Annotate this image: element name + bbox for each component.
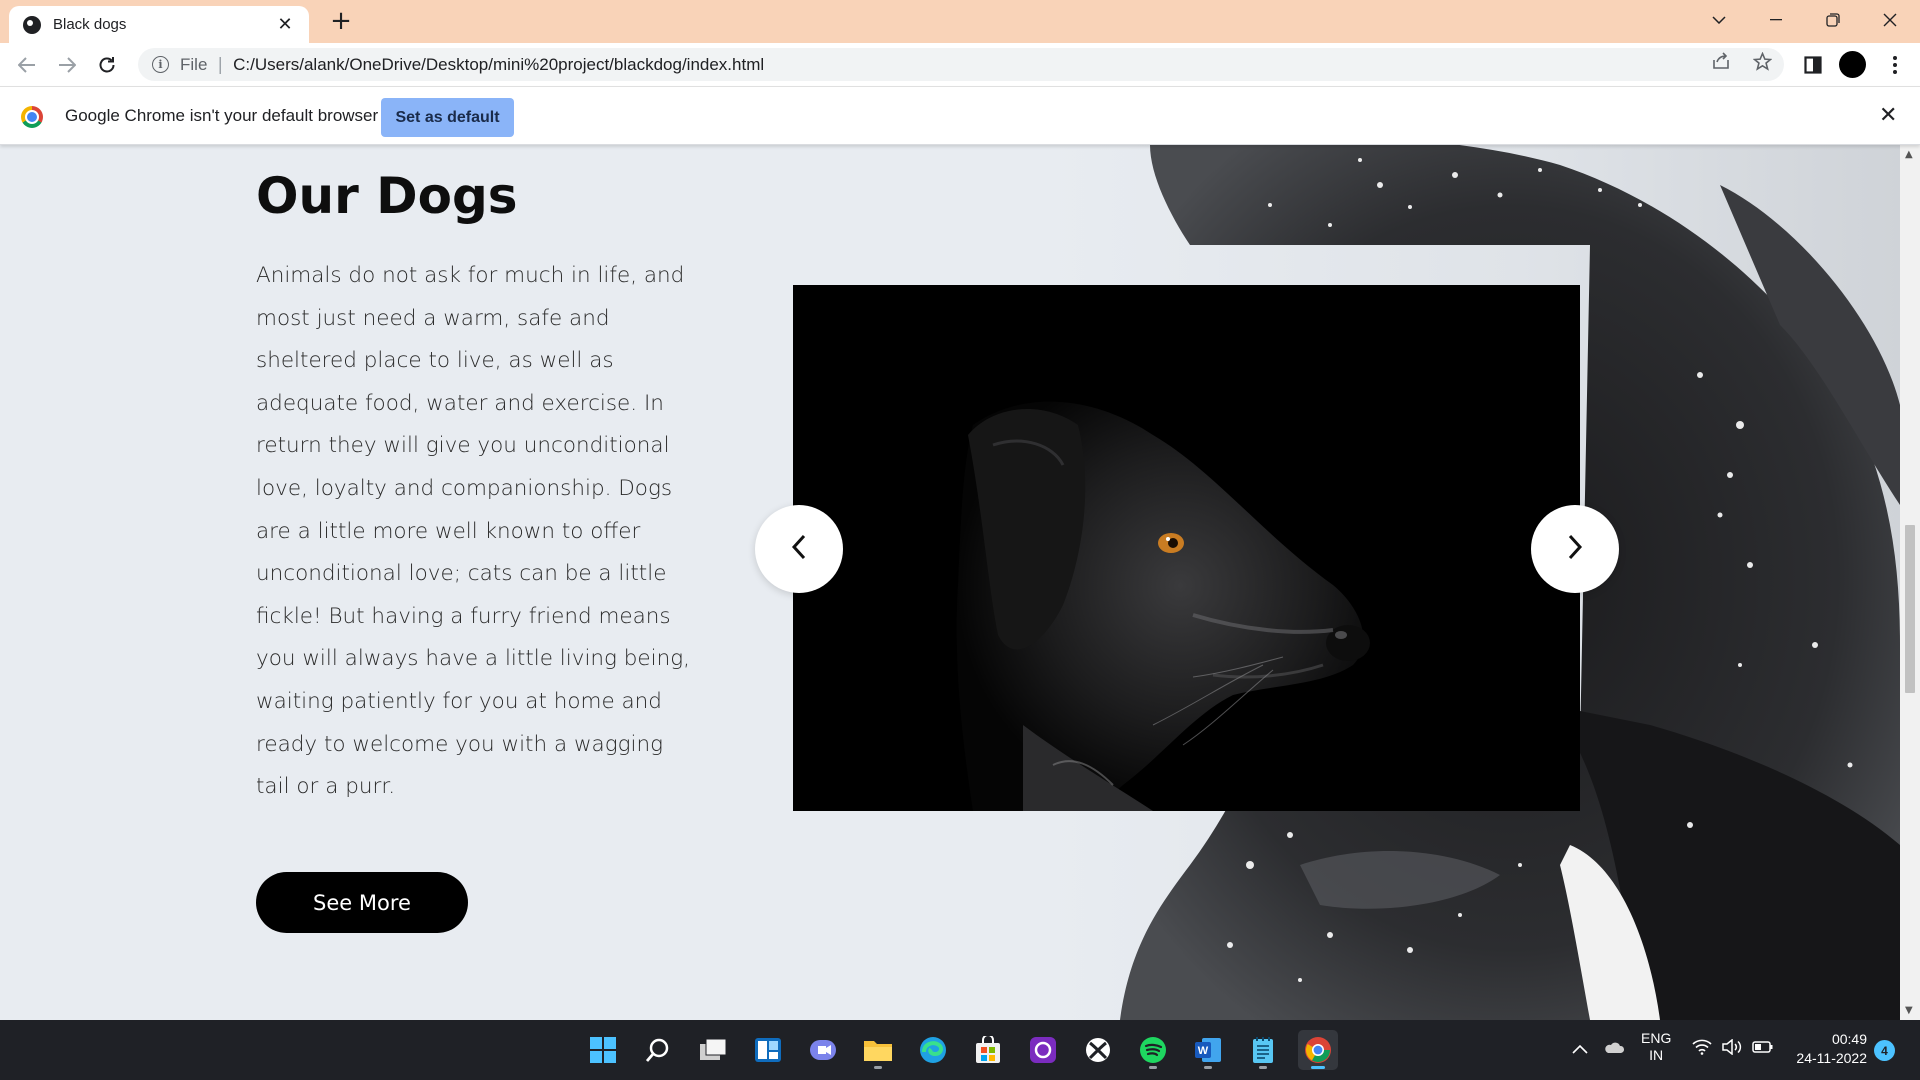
carousel-slide-image [793, 285, 1580, 811]
store-icon[interactable] [968, 1030, 1008, 1070]
file-explorer-icon[interactable] [858, 1030, 898, 1070]
region-code: IN [1649, 1047, 1664, 1063]
notepad-icon[interactable] [1243, 1030, 1283, 1070]
black-dog-portrait-image [793, 285, 1580, 811]
chrome-icon[interactable] [1298, 1030, 1338, 1070]
word-icon[interactable]: W [1188, 1030, 1228, 1070]
browser-tab[interactable]: Black dogs ✕ [9, 6, 309, 43]
tab-strip: Black dogs ✕ + [0, 0, 1920, 43]
wifi-icon[interactable] [1692, 1039, 1712, 1058]
scroll-thumb[interactable] [1905, 525, 1915, 693]
running-indicator [1149, 1066, 1157, 1069]
chevron-right-icon [1567, 534, 1583, 564]
omnibox-actions [1711, 51, 1773, 76]
intro-paragraph: Animals do not ask for much in life, and… [256, 263, 690, 800]
chevron-up-icon[interactable] [1572, 1038, 1588, 1059]
xbox-icon[interactable] [1078, 1030, 1118, 1070]
search-icon[interactable] [638, 1030, 678, 1070]
minimize-icon[interactable] [1748, 0, 1804, 40]
widgets-icon[interactable] [748, 1030, 788, 1070]
profile-avatar[interactable] [1839, 51, 1866, 78]
address-bar[interactable]: i File | C:/Users/alank/OneDrive/Desktop… [138, 48, 1784, 81]
notification-badge[interactable]: 4 [1874, 1040, 1895, 1061]
scroll-down-icon[interactable]: ▼ [1905, 1005, 1913, 1016]
app-icon[interactable] [1023, 1030, 1063, 1070]
volume-icon[interactable] [1722, 1038, 1744, 1058]
more-menu-icon[interactable] [1880, 50, 1910, 80]
carousel-next-button[interactable] [1531, 505, 1619, 593]
clock-date: 24-11-2022 [1796, 1050, 1867, 1066]
close-icon[interactable] [1862, 0, 1918, 40]
bookmark-star-icon[interactable] [1752, 51, 1773, 76]
carousel-prev-button[interactable] [755, 505, 843, 593]
tab-search-icon[interactable] [1691, 0, 1747, 40]
chrome-logo-icon [21, 106, 43, 128]
set-as-default-button[interactable]: Set as default [381, 98, 514, 137]
page-title: Our Dogs [256, 167, 518, 225]
spotify-icon[interactable] [1133, 1030, 1173, 1070]
restore-icon[interactable] [1805, 0, 1861, 40]
svg-text:W: W [1198, 1045, 1209, 1057]
scroll-up-icon[interactable]: ▲ [1905, 149, 1913, 160]
info-icon[interactable]: i [152, 56, 169, 73]
globe-icon [23, 15, 41, 34]
url-separator: | [217, 54, 224, 75]
windows-taskbar: W ENG IN 00:49 24-11-2022 [0, 1020, 1920, 1080]
clock-time: 00:49 [1831, 1031, 1867, 1047]
tab-title: Black dogs [53, 16, 127, 33]
language-code: ENG [1641, 1030, 1672, 1046]
chevron-left-icon [791, 534, 807, 564]
onedrive-icon[interactable] [1603, 1039, 1625, 1058]
windows-start-icon[interactable] [583, 1030, 623, 1070]
side-panel-icon[interactable] [1798, 50, 1828, 80]
teams-chat-icon[interactable] [803, 1030, 843, 1070]
clock[interactable]: 00:49 24-11-2022 [1792, 1030, 1867, 1068]
close-icon[interactable]: ✕ [1879, 103, 1897, 128]
task-view-icon[interactable] [693, 1030, 733, 1070]
forward-icon[interactable] [51, 49, 83, 81]
browser-toolbar: i File | C:/Users/alank/OneDrive/Desktop… [0, 43, 1920, 86]
back-icon[interactable] [11, 49, 43, 81]
language-indicator[interactable]: ENG IN [1641, 1030, 1671, 1064]
close-icon[interactable]: ✕ [275, 14, 295, 35]
see-more-button[interactable]: See More [256, 872, 468, 933]
url-text[interactable]: C:/Users/alank/OneDrive/Desktop/mini%20p… [233, 55, 764, 75]
infobar-message: Google Chrome isn't your default browser [65, 106, 379, 125]
running-indicator [1204, 1066, 1212, 1069]
page-viewport: Our Dogs Animals do not ask for much in … [0, 145, 1900, 1020]
page-scrollbar[interactable]: ▲ ▼ [1900, 145, 1920, 1020]
running-indicator [874, 1066, 882, 1069]
battery-icon[interactable] [1752, 1040, 1774, 1057]
url-scheme-label: File [180, 54, 208, 74]
running-indicator [1259, 1066, 1267, 1069]
share-icon[interactable] [1711, 52, 1731, 76]
default-browser-infobar: Google Chrome isn't your default browser… [0, 86, 1920, 145]
active-indicator [1311, 1066, 1325, 1069]
edge-icon[interactable] [913, 1030, 953, 1070]
reload-icon[interactable] [91, 49, 123, 81]
plus-icon[interactable]: + [326, 6, 356, 36]
